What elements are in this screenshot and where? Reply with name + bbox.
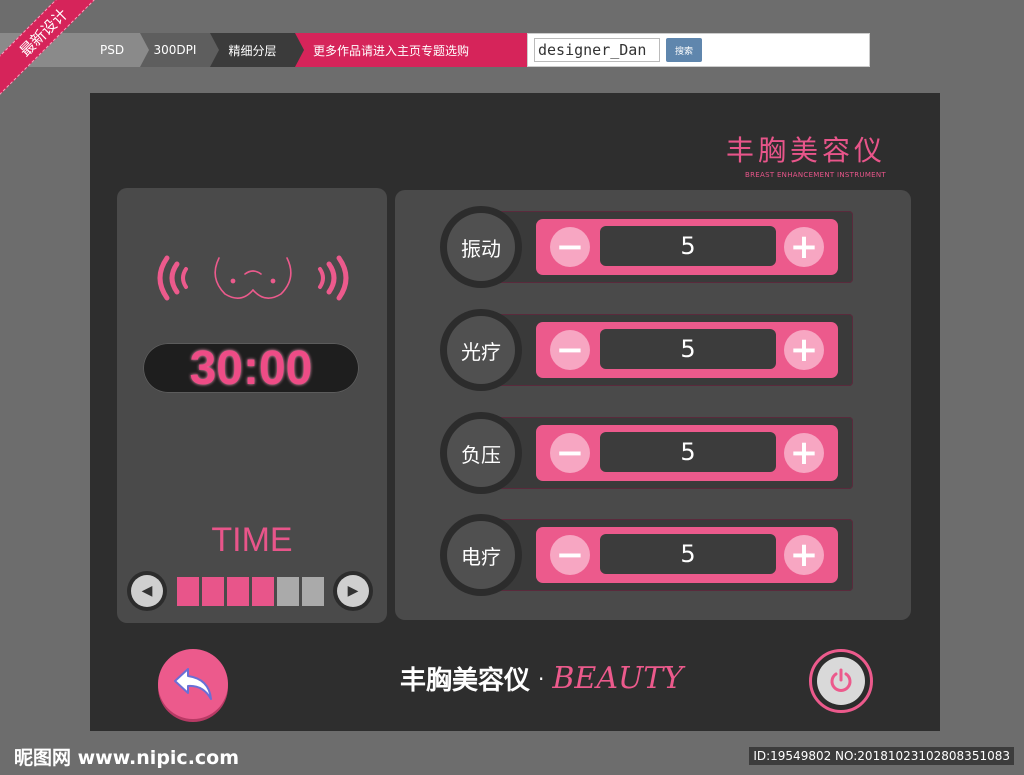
control-label-badge: 负压 (440, 412, 522, 494)
footer-title-en: BEAUTY (552, 661, 684, 696)
search-button[interactable]: 搜索 (666, 38, 702, 62)
time-increase-button[interactable]: ▶ (333, 571, 373, 611)
power-button-face (817, 657, 865, 705)
control-value: 5 (600, 329, 776, 369)
intensity-card: 振动 − 5 + 光疗 − 5 + 负压 − 5 + 电疗 − 5 + (395, 190, 911, 620)
search-input[interactable] (534, 38, 660, 62)
timer-display: 30:00 (143, 341, 359, 395)
power-button[interactable] (809, 649, 873, 713)
control-label: 光疗 (447, 316, 515, 384)
level-segment (277, 576, 299, 606)
footer-title: 丰胸美容仪 · BEAUTY (400, 660, 760, 697)
footer-separator: · (538, 666, 545, 691)
back-arrow-icon (174, 668, 212, 700)
breadcrumb-layers[interactable]: 精细分层 (210, 33, 304, 67)
footer-title-cn: 丰胸美容仪 (400, 666, 531, 696)
control-vibration: 振动 − 5 + (440, 206, 853, 288)
time-label: TIME (211, 521, 293, 559)
breadcrumb-more-works-link[interactable]: 更多作品请进入主页专题选购 (295, 33, 527, 67)
time-level-bar (177, 576, 324, 606)
brand-subtitle: BREAST ENHANCEMENT INSTRUMENT (745, 171, 886, 179)
level-segment (177, 576, 199, 606)
power-icon (830, 668, 852, 692)
vibration-illustration-icon (157, 255, 349, 301)
control-label: 负压 (447, 419, 515, 487)
control-value: 5 (600, 432, 776, 472)
increase-button[interactable]: + (784, 535, 824, 575)
brand-block: 丰胸美容仪 BREAST ENHANCEMENT INSTRUMENT (726, 129, 886, 179)
control-label-badge: 光疗 (440, 309, 522, 391)
control-electrotherapy: 电疗 − 5 + (440, 514, 853, 596)
timer-value: 30:00 (189, 341, 313, 395)
time-level-control: ◀ ▶ (127, 570, 377, 612)
control-label-badge: 电疗 (440, 514, 522, 596)
decrease-button[interactable]: − (550, 330, 590, 370)
level-segment (202, 576, 224, 606)
increase-button[interactable]: + (784, 330, 824, 370)
breadcrumb: PSD 300DPI 精细分层 更多作品请进入主页专题选购 搜索 (0, 33, 870, 67)
back-button[interactable] (158, 649, 228, 719)
control-negative-pressure: 负压 − 5 + (440, 412, 853, 494)
decrease-button[interactable]: − (550, 535, 590, 575)
control-label: 电疗 (447, 521, 515, 589)
breadcrumb-300dpi[interactable]: 300DPI (140, 33, 219, 67)
level-segment (302, 576, 324, 606)
control-value: 5 (600, 226, 776, 266)
decrease-button[interactable]: − (550, 227, 590, 267)
control-label-badge: 振动 (440, 206, 522, 288)
triangle-right-icon: ▶ (337, 575, 369, 607)
time-decrease-button[interactable]: ◀ (127, 571, 167, 611)
triangle-left-icon: ◀ (131, 575, 163, 607)
brand-title: 丰胸美容仪 (725, 134, 886, 167)
image-id-label: ID:19549802 NO:20181023102808351083 (749, 747, 1014, 765)
level-segment (227, 576, 249, 606)
device-panel: 丰胸美容仪 BREAST ENHANCEMENT INSTRUMENT 30:0… (90, 93, 940, 731)
increase-button[interactable]: + (784, 227, 824, 267)
control-label: 振动 (447, 213, 515, 281)
site-watermark: 昵图网 www.nipic.com (14, 747, 240, 769)
search-box: 搜索 (527, 33, 870, 67)
level-segment (252, 576, 274, 606)
increase-button[interactable]: + (784, 433, 824, 473)
control-value: 5 (600, 534, 776, 574)
decrease-button[interactable]: − (550, 433, 590, 473)
control-light-therapy: 光疗 − 5 + (440, 309, 853, 391)
timer-card: 30:00 TIME ◀ ▶ (117, 188, 387, 623)
